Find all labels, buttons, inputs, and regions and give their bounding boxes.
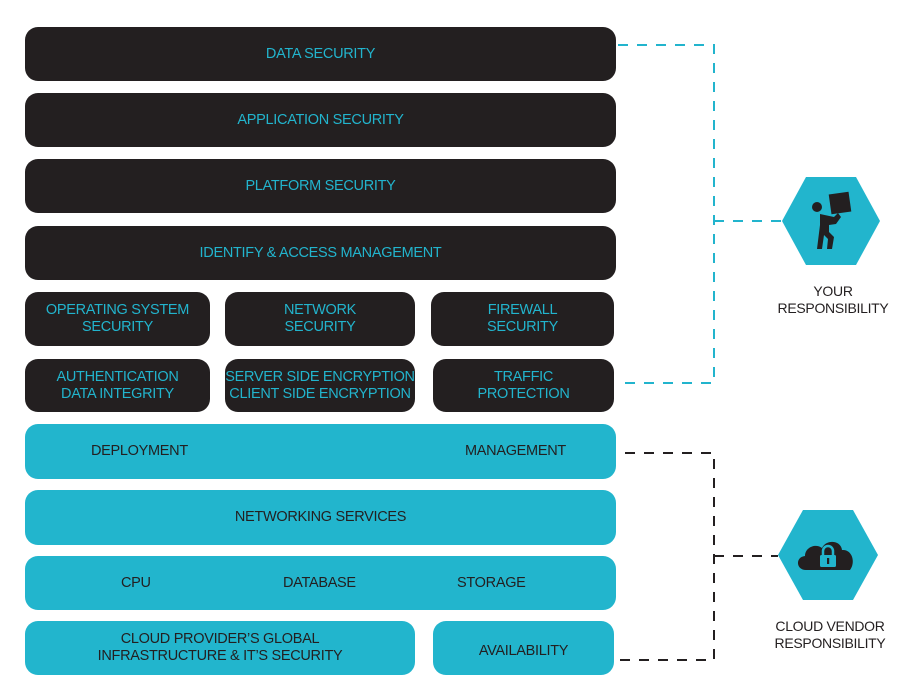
cpu-label: CPU: [121, 574, 151, 591]
customer-bracket-line: [618, 44, 715, 384]
layer-label: SERVER SIDE ENCRYPTION CLIENT SIDE ENCRYP…: [225, 368, 415, 403]
label-line: INFRASTRUCTURE & IT’S SECURITY: [97, 648, 343, 664]
customer-caption: YOUR RESPONSIBILITY: [773, 283, 893, 317]
layer-label: DATA SECURITY: [265, 45, 376, 62]
layer-application-security: APPLICATION SECURITY: [25, 93, 616, 147]
label-line: SECURITY: [487, 319, 558, 335]
layer-firewall-security: FIREWALL SECURITY: [431, 292, 614, 346]
layer-networking-services: NETWORKING SERVICES: [25, 490, 616, 545]
layer-encryption: SERVER SIDE ENCRYPTION CLIENT SIDE ENCRYP…: [225, 359, 415, 412]
label-line: DATA INTEGRITY: [61, 385, 174, 402]
management-label: MANAGEMENT: [465, 443, 566, 459]
layer-label: AVAILABILITY: [478, 642, 569, 659]
label-line: PROTECTION: [477, 385, 570, 402]
caption-line: RESPONSIBILITY: [774, 635, 886, 651]
deployment-label: DEPLOYMENT: [91, 443, 188, 459]
label-line: SECURITY: [82, 319, 153, 335]
layer-label: FIREWALL SECURITY: [487, 302, 558, 336]
layer-identity-access-management: IDENTIFY & ACCESS MANAGEMENT: [25, 226, 616, 280]
layer-label: OPERATING SYSTEM SECURITY: [46, 302, 189, 336]
caption-line: RESPONSIBILITY: [777, 300, 889, 316]
caption-line: CLOUD VENDOR: [775, 618, 885, 634]
layer-label: CLOUD PROVIDER’S GLOBAL INFRASTRUCTURE & …: [98, 631, 343, 665]
layer-network-security: NETWORK SECURITY: [225, 292, 415, 346]
label-line: SECURITY: [284, 319, 356, 335]
layer-label: TRAFFIC PROTECTION: [477, 369, 569, 403]
layer-traffic-protection: TRAFFIC PROTECTION: [433, 359, 614, 412]
vendor-bracket-line: [620, 452, 715, 661]
label-line: FIREWALL: [487, 302, 558, 318]
caption-line: YOUR: [813, 283, 853, 299]
layer-compute-storage: CPU DATABASE STORAGE: [25, 556, 616, 610]
storage-label: STORAGE: [457, 574, 526, 591]
label-line: OPERATING SYSTEM: [45, 302, 190, 318]
layer-label: IDENTIFY & ACCESS MANAGEMENT: [199, 244, 442, 261]
layer-authentication: AUTHENTICATION DATA INTEGRITY: [25, 359, 210, 412]
label-line: CLOUD PROVIDER’S GLOBAL: [120, 631, 320, 647]
layer-label: APPLICATION SECURITY: [237, 111, 404, 128]
layer-platform-security: PLATFORM SECURITY: [25, 159, 616, 213]
vendor-hexagon: [778, 510, 878, 600]
label-line: SERVER SIDE ENCRYPTION: [225, 368, 415, 385]
layer-label: AUTHENTICATION DATA INTEGRITY: [56, 369, 178, 403]
label-line: TRAFFIC: [493, 368, 554, 385]
layer-label: PLATFORM SECURITY: [245, 177, 396, 194]
label-line: CLIENT SIDE ENCRYPTION: [229, 385, 411, 402]
label-line: NETWORK: [283, 302, 356, 318]
layer-availability: AVAILABILITY: [433, 621, 614, 675]
database-label: DATABASE: [283, 574, 356, 591]
customer-bracket: [618, 44, 782, 384]
layer-global-infrastructure: CLOUD PROVIDER’S GLOBAL INFRASTRUCTURE & …: [25, 621, 415, 675]
layer-label: NETWORKING SERVICES: [234, 509, 407, 525]
vendor-caption: CLOUD VENDOR RESPONSIBILITY: [760, 618, 900, 652]
layer-deployment-management: DEPLOYMENT MANAGEMENT: [25, 424, 616, 479]
layer-data-security: DATA SECURITY: [25, 27, 616, 81]
label-line: AUTHENTICATION: [56, 368, 179, 385]
layer-os-security: OPERATING SYSTEM SECURITY: [25, 292, 210, 346]
layer-label: NETWORK SECURITY: [284, 302, 356, 336]
vendor-bracket: [620, 452, 778, 661]
customer-hexagon: [782, 177, 880, 265]
